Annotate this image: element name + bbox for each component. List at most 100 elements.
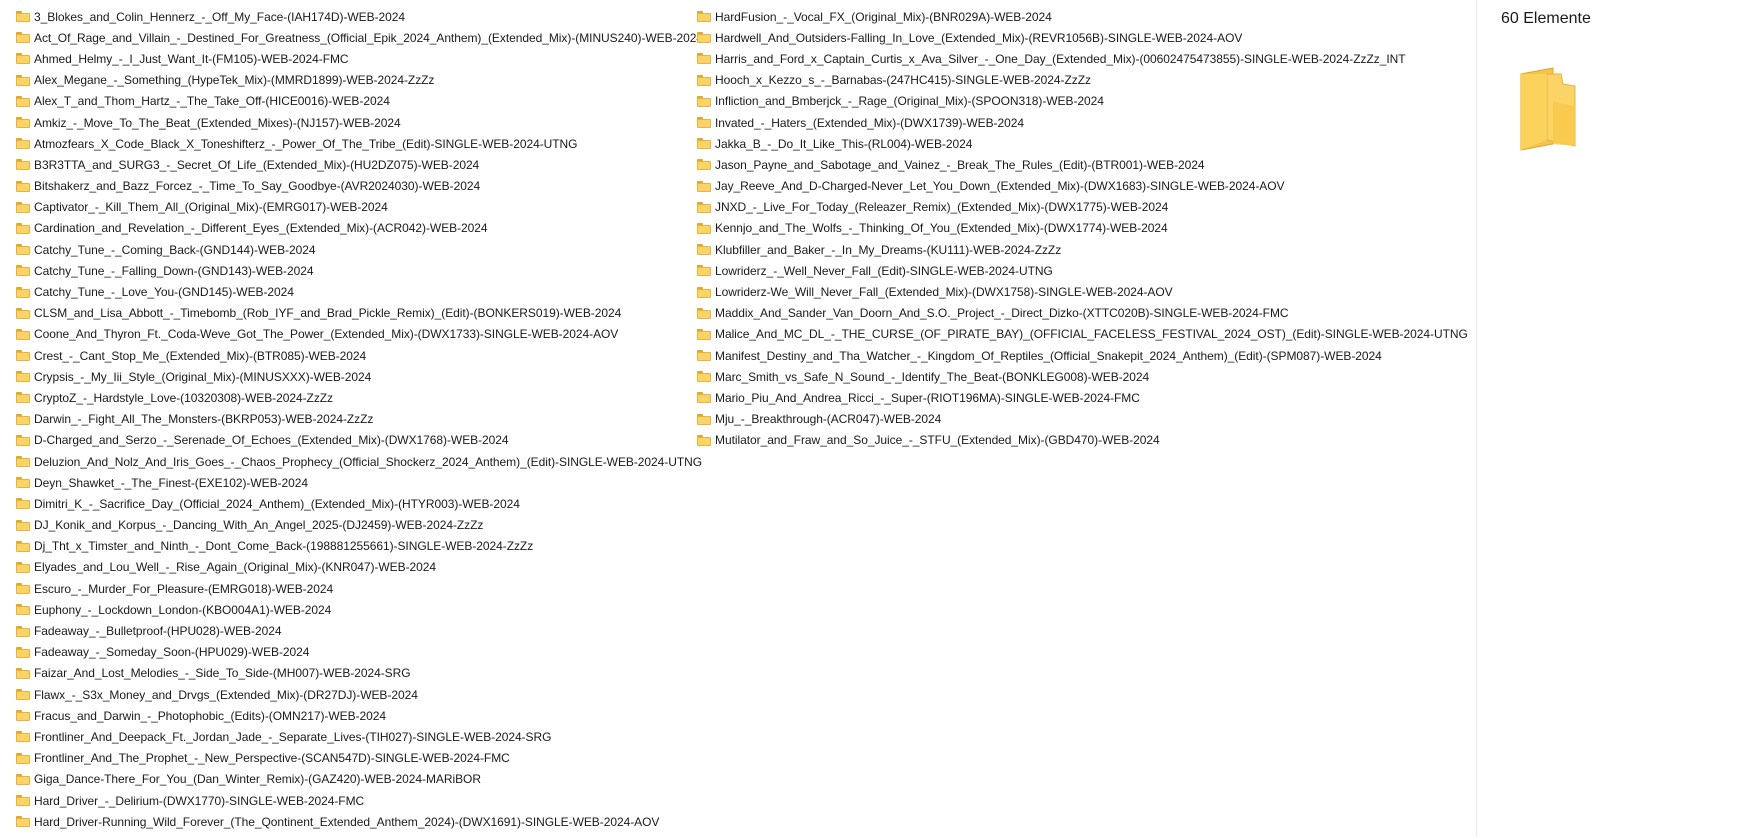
list-item[interactable]: Ahmed_Helmy_-_I_Just_Want_It-(FM105)-WEB… — [16, 48, 696, 69]
list-item[interactable]: Cardination_and_Revelation_-_Different_E… — [16, 218, 696, 239]
list-item[interactable]: Lowriderz_-_Well_Never_Fall_(Edit)-SINGL… — [697, 260, 1467, 281]
folder-name: Bitshakerz_and_Bazz_Forcez_-_Time_To_Say… — [34, 179, 481, 194]
list-item[interactable]: Jay_Reeve_And_D-Charged-Never_Let_You_Do… — [697, 176, 1467, 197]
list-item[interactable]: Maddix_And_Sander_Van_Doorn_And_S.O._Pro… — [697, 303, 1467, 324]
list-item[interactable]: Jakka_B_-_Do_It_Like_This-(RL004)-WEB-20… — [697, 133, 1467, 154]
list-item[interactable]: B3R3TTA_and_SURG3_-_Secret_Of_Life_(Exte… — [16, 154, 696, 175]
list-item[interactable]: Kennjo_and_The_Wolfs_-_Thinking_Of_You_(… — [697, 218, 1467, 239]
folder-name: Hooch_x_Kezzo_s_-_Barnabas-(247HC415)-SI… — [715, 73, 1091, 88]
folder-name: CLSM_and_Lisa_Abbott_-_Timebomb_(Rob_IYF… — [34, 306, 622, 321]
list-item[interactable]: Klubfiller_and_Baker_-_In_My_Dreams-(KU1… — [697, 239, 1467, 260]
list-item[interactable]: Fadeaway_-_Bulletproof-(HPU028)-WEB-2024 — [16, 620, 696, 641]
list-item[interactable]: D-Charged_and_Serzo_-_Serenade_Of_Echoes… — [16, 430, 696, 451]
list-item[interactable]: Infliction_and_Bmberjck_-_Rage_(Original… — [697, 91, 1467, 112]
list-item[interactable]: Hooch_x_Kezzo_s_-_Barnabas-(247HC415)-SI… — [697, 70, 1467, 91]
folder-icon — [16, 286, 30, 298]
folder-name: Manifest_Destiny_and_Tha_Watcher_-_Kingd… — [715, 348, 1382, 363]
list-item[interactable]: Hard_Driver_-_Delirium-(DWX1770)-SINGLE-… — [16, 790, 696, 811]
list-item[interactable]: HardFusion_-_Vocal_FX_(Original_Mix)-(BN… — [697, 6, 1467, 27]
list-item[interactable]: Euphony_-_Lockdown_London-(KBO004A1)-WEB… — [16, 599, 696, 620]
list-item[interactable]: Escuro_-_Murder_For_Pleasure-(EMRG018)-W… — [16, 578, 696, 599]
folder-icon — [697, 307, 711, 319]
folder-name: Mario_Piu_And_Andrea_Ricci_-_Super-(RIOT… — [715, 390, 1140, 405]
list-item[interactable]: Alex_T_and_Thom_Hartz_-_The_Take_Off-(HI… — [16, 91, 696, 112]
folder-name: CryptoZ_-_Hardstyle_Love-(10320308)-WEB-… — [34, 390, 334, 405]
folder-name: Lowriderz-We_Will_Never_Fall_(Extended_M… — [715, 285, 1173, 300]
list-item[interactable]: Catchy_Tune_-_Love_You-(GND145)-WEB-2024 — [16, 281, 696, 302]
list-item[interactable]: Fadeaway_-_Someday_Soon-(HPU029)-WEB-202… — [16, 642, 696, 663]
folder-name: Mju_-_Breakthrough-(ACR047)-WEB-2024 — [715, 412, 942, 427]
list-item[interactable]: Bitshakerz_and_Bazz_Forcez_-_Time_To_Say… — [16, 176, 696, 197]
list-item[interactable]: Atmozfears_X_Code_Black_X_Toneshifterz_-… — [16, 133, 696, 154]
list-item[interactable]: 3_Blokes_and_Colin_Hennerz_-_Off_My_Face… — [16, 6, 696, 27]
list-item[interactable]: Lowriderz-We_Will_Never_Fall_(Extended_M… — [697, 281, 1467, 302]
list-item[interactable]: Fracus_and_Darwin_-_Photophobic_(Edits)-… — [16, 705, 696, 726]
list-item[interactable]: Hardwell_And_Outsiders-Falling_In_Love_(… — [697, 27, 1467, 48]
list-item[interactable]: Elyades_and_Lou_Well_-_Rise_Again_(Origi… — [16, 557, 696, 578]
folder-name: Jakka_B_-_Do_It_Like_This-(RL004)-WEB-20… — [715, 136, 973, 151]
list-item[interactable]: CryptoZ_-_Hardstyle_Love-(10320308)-WEB-… — [16, 387, 696, 408]
folder-name: Kennjo_and_The_Wolfs_-_Thinking_Of_You_(… — [715, 221, 1168, 236]
list-item[interactable]: Mutilator_and_Fraw_and_So_Juice_-_STFU_(… — [697, 430, 1467, 451]
list-item[interactable]: Captivator_-_Kill_Them_All_(Original_Mix… — [16, 197, 696, 218]
folder-icon — [697, 201, 711, 213]
list-item[interactable]: Deluzion_And_Nolz_And_Iris_Goes_-_Chaos_… — [16, 451, 702, 472]
list-item[interactable]: Darwin_-_Fight_All_The_Monsters-(BKRP053… — [16, 409, 696, 430]
list-item[interactable]: Malice_And_MC_DL_-_THE_CURSE_(OF_PIRATE_… — [697, 324, 1468, 345]
folder-name: Coone_And_Thyron_Ft._Coda-Weve_Got_The_P… — [34, 327, 619, 342]
list-item[interactable]: Faizar_And_Lost_Melodies_-_Side_To_Side-… — [16, 663, 696, 684]
list-item[interactable]: Frontliner_And_The_Prophet_-_New_Perspec… — [16, 748, 696, 769]
folder-icon — [697, 95, 711, 107]
list-item[interactable]: Mario_Piu_And_Andrea_Ricci_-_Super-(RIOT… — [697, 387, 1467, 408]
list-item[interactable]: Manifest_Destiny_and_Tha_Watcher_-_Kingd… — [697, 345, 1467, 366]
list-item[interactable]: Coone_And_Thyron_Ft._Coda-Weve_Got_The_P… — [16, 324, 696, 345]
list-item[interactable]: Frontliner_And_Deepack_Ft._Jordan_Jade_-… — [16, 726, 696, 747]
folder-icon — [16, 413, 30, 425]
folder-name: Frontliner_And_The_Prophet_-_New_Perspec… — [34, 751, 510, 766]
list-item[interactable]: Harris_and_Ford_x_Captain_Curtis_x_Ava_S… — [697, 48, 1467, 69]
list-item[interactable]: Invated_-_Haters_(Extended_Mix)-(DWX1739… — [697, 112, 1467, 133]
list-item[interactable]: Catchy_Tune_-_Coming_Back-(GND144)-WEB-2… — [16, 239, 696, 260]
folder-name: Dimitri_K_-_Sacrifice_Day_(Official_2024… — [34, 496, 520, 511]
list-item[interactable]: CLSM_and_Lisa_Abbott_-_Timebomb_(Rob_IYF… — [16, 303, 696, 324]
list-item[interactable]: Amkiz_-_Move_To_The_Beat_(Extended_Mixes… — [16, 112, 696, 133]
list-item[interactable]: Dj_Tht_x_Timster_and_Ninth_-_Dont_Come_B… — [16, 536, 696, 557]
list-item[interactable]: Mju_-_Breakthrough-(ACR047)-WEB-2024 — [697, 409, 1467, 430]
folder-icon — [697, 117, 711, 129]
list-item[interactable]: Alex_Megane_-_Something_(HypeTek_Mix)-(M… — [16, 70, 696, 91]
folder-name: Crypsis_-_My_Iii_Style_(Original_Mix)-(M… — [34, 369, 372, 384]
folder-name: Malice_And_MC_DL_-_THE_CURSE_(OF_PIRATE_… — [715, 327, 1468, 342]
list-item[interactable]: DJ_Konik_and_Korpus_-_Dancing_With_An_An… — [16, 515, 696, 536]
list-item[interactable]: Marc_Smith_vs_Safe_N_Sound_-_Identify_Th… — [697, 366, 1467, 387]
folder-icon — [16, 32, 30, 44]
list-item[interactable]: Catchy_Tune_-_Falling_Down-(GND143)-WEB-… — [16, 260, 696, 281]
folder-name: Catchy_Tune_-_Coming_Back-(GND144)-WEB-2… — [34, 242, 316, 257]
list-item[interactable]: Crypsis_-_My_Iii_Style_(Original_Mix)-(M… — [16, 366, 696, 387]
folder-icon — [697, 53, 711, 65]
list-item[interactable]: Crest_-_Cant_Stop_Me_(Extended_Mix)-(BTR… — [16, 345, 696, 366]
details-pane: 60 Elemente — [1476, 0, 1762, 837]
folder-name: Catchy_Tune_-_Falling_Down-(GND143)-WEB-… — [34, 263, 314, 278]
list-item[interactable]: Giga_Dance-There_For_You_(Dan_Winter_Rem… — [16, 769, 696, 790]
folder-name: Faizar_And_Lost_Melodies_-_Side_To_Side-… — [34, 666, 411, 681]
file-column-1: 3_Blokes_and_Colin_Hennerz_-_Off_My_Face… — [16, 6, 703, 832]
folder-name: Hard_Driver_-_Delirium-(DWX1770)-SINGLE-… — [34, 793, 365, 808]
list-item[interactable]: Hard_Driver-Running_Wild_Forever_(The_Qo… — [16, 811, 696, 832]
folder-name: Darwin_-_Fight_All_The_Monsters-(BKRP053… — [34, 412, 374, 427]
list-item[interactable]: Deyn_Shawket_-_The_Finest-(EXE102)-WEB-2… — [16, 472, 696, 493]
folder-name: Marc_Smith_vs_Safe_N_Sound_-_Identify_Th… — [715, 369, 1150, 384]
list-item[interactable]: Jason_Payne_and_Sabotage_and_Vainez_-_Br… — [697, 154, 1467, 175]
folder-name: B3R3TTA_and_SURG3_-_Secret_Of_Life_(Exte… — [34, 157, 480, 172]
folder-icon — [697, 265, 711, 277]
folder-name: Act_Of_Rage_and_Villain_-_Destined_For_G… — [34, 30, 704, 45]
folder-icon — [16, 95, 30, 107]
list-item[interactable]: Flawx_-_S3x_Money_and_Drvgs_(Extended_Mi… — [16, 684, 696, 705]
list-item[interactable]: Act_Of_Rage_and_Villain_-_Destined_For_G… — [16, 27, 703, 48]
folder-name: Alex_T_and_Thom_Hartz_-_The_Take_Off-(HI… — [34, 94, 390, 109]
list-item[interactable]: JNXD_-_Live_For_Today_(Releazer_Remix)_(… — [697, 197, 1467, 218]
folder-icon — [16, 434, 30, 446]
folder-name: Deyn_Shawket_-_The_Finest-(EXE102)-WEB-2… — [34, 475, 308, 490]
folder-icon — [697, 32, 711, 44]
folder-icon — [16, 307, 30, 319]
list-item[interactable]: Dimitri_K_-_Sacrifice_Day_(Official_2024… — [16, 493, 696, 514]
